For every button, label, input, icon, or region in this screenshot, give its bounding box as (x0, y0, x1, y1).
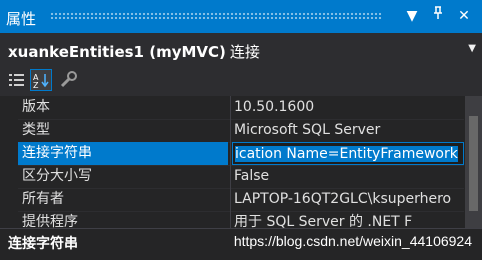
window-title: 属性 (6, 10, 37, 28)
column-divider[interactable] (230, 188, 231, 211)
property-row[interactable]: 版本 10.50.1600 (18, 96, 464, 120)
properties-toolbar: A Z (0, 66, 482, 96)
property-value[interactable]: False (232, 165, 464, 188)
property-name: 所有者 (22, 191, 64, 207)
property-row[interactable]: 类型 Microsoft SQL Server (18, 119, 464, 143)
watermark-text: https://blog.csdn.net/weixin_44106924 (233, 233, 472, 249)
object-type: 连接 (229, 43, 260, 61)
scrollbar-thumb[interactable] (469, 116, 478, 211)
column-divider[interactable] (230, 142, 231, 165)
svg-text:Z: Z (33, 81, 39, 90)
property-name: 提供程序 (22, 214, 78, 228)
titlebar-grip[interactable] (50, 12, 382, 19)
property-value[interactable]: LAPTOP-16QT2GLC\ksuperhero (232, 188, 464, 211)
property-name: 类型 (22, 122, 50, 138)
pin-icon[interactable] (428, 5, 448, 27)
chevron-down-icon[interactable]: ▼ (468, 43, 476, 54)
description-pane: 连接字符串 https://blog.csdn.net/weixin_44106… (0, 228, 482, 260)
property-name: 区分大小写 (22, 168, 92, 184)
property-grid: 版本 10.50.1600 类型 Microsoft SQL Server 连接… (0, 96, 482, 228)
property-name: 连接字符串 (18, 142, 228, 165)
property-row-selected[interactable]: 连接字符串 ication Name=EntityFramework (18, 142, 464, 166)
column-divider[interactable] (230, 165, 231, 188)
close-icon[interactable]: ✕ (454, 5, 474, 27)
vertical-scrollbar[interactable] (465, 96, 482, 228)
property-value[interactable]: 10.50.1600 (232, 96, 464, 119)
description-title: 连接字符串 (8, 236, 78, 252)
alphabetical-icon[interactable]: A Z (30, 69, 52, 91)
properties-wrench-icon[interactable] (58, 69, 80, 91)
property-row[interactable]: 提供程序 用于 SQL Server 的 .NET F (18, 211, 464, 228)
object-selector[interactable]: xuankeEntities1 (myMVC) 连接 ▼ (0, 33, 482, 67)
property-row[interactable]: 所有者 LAPTOP-16QT2GLC\ksuperhero (18, 188, 464, 212)
column-divider[interactable] (230, 119, 231, 142)
property-row[interactable]: 区分大小写 False (18, 165, 464, 189)
property-value[interactable]: Microsoft SQL Server (232, 119, 464, 142)
grid-gutter (0, 96, 18, 228)
property-name: 版本 (22, 99, 50, 115)
property-value-editor[interactable]: ication Name=EntityFramework (232, 142, 464, 165)
property-value[interactable]: 用于 SQL Server 的 .NET F (232, 211, 464, 228)
window-menu-chevron-icon[interactable]: ▼ (402, 5, 422, 27)
categorized-icon[interactable] (6, 69, 28, 91)
column-divider[interactable] (230, 211, 231, 228)
column-divider[interactable] (230, 96, 231, 119)
selected-text: ication Name=EntityFramework (235, 146, 458, 162)
object-name-text: xuankeEntities1 (myMVC) (8, 43, 226, 61)
properties-titlebar: 属性 ▼ ✕ (0, 0, 482, 33)
object-name: xuankeEntities1 (myMVC) 连接 (8, 41, 260, 62)
